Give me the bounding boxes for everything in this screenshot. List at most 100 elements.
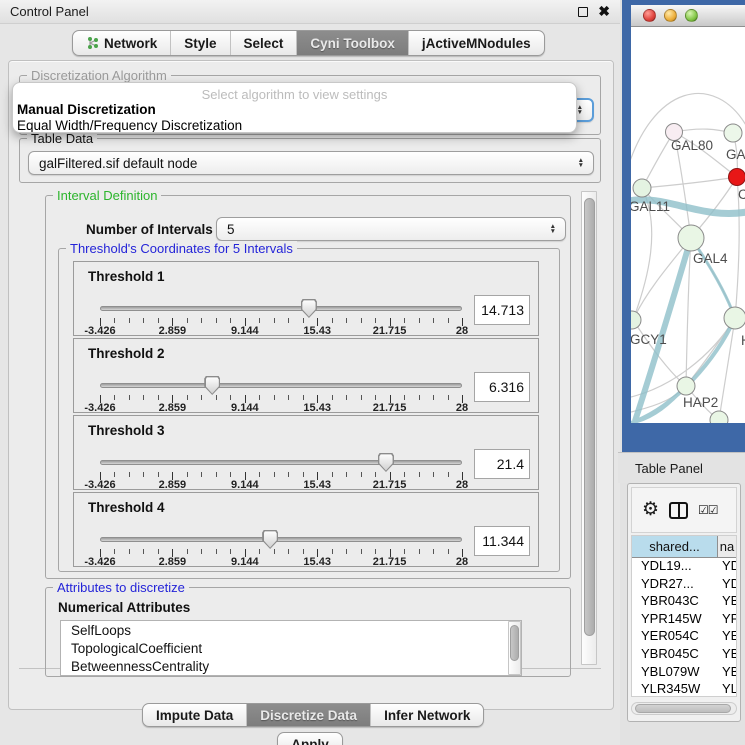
- cell-name[interactable]: YLR3: [718, 681, 736, 697]
- network-graph-icon: [86, 36, 99, 50]
- top-tab-bar: NetworkStyleSelect Cyni Toolbox jActiveMNo…: [72, 30, 545, 56]
- cell-shared-name[interactable]: YDL19...: [632, 558, 718, 576]
- network-node-hap2[interactable]: [677, 377, 695, 395]
- threshold-slider[interactable]: [100, 528, 462, 550]
- cell-shared-name[interactable]: YDR27...: [632, 576, 718, 594]
- cell-name[interactable]: YER0: [718, 628, 736, 646]
- cell-name[interactable]: YPR1: [718, 611, 736, 629]
- cell-shared-name[interactable]: YPR145W: [632, 611, 718, 629]
- cell-name[interactable]: YBR0: [718, 593, 736, 611]
- network-node-gal11[interactable]: [633, 179, 651, 197]
- app-root: Control Panel ✖ NetworkStyleSelect Cyni T…: [0, 0, 745, 745]
- threshold-value-field[interactable]: 14.713: [474, 295, 530, 325]
- float-window-icon[interactable]: [578, 7, 588, 17]
- column-header-name[interactable]: na: [718, 536, 736, 557]
- split-columns-icon[interactable]: [669, 502, 688, 519]
- cell-name[interactable]: YBL0: [718, 664, 736, 682]
- cell-shared-name[interactable]: YBR045C: [632, 646, 718, 664]
- threshold-value-field[interactable]: 21.4: [474, 449, 530, 479]
- settings-scrollbar[interactable]: [581, 191, 597, 665]
- table-row[interactable]: YER054CYER0: [632, 628, 736, 646]
- threshold-4-panel: Threshold 4-3.4262.8599.14415.4321.71528…: [73, 492, 539, 567]
- attribute-item-selfloops[interactable]: SelfLoops: [61, 621, 521, 639]
- tab-select[interactable]: Select: [231, 31, 298, 55]
- number-of-intervals-label: Number of Intervals: [86, 222, 213, 237]
- threshold-label: Threshold 2: [88, 346, 165, 361]
- network-node-ga[interactable]: [724, 124, 742, 142]
- settings-scroll-thumb[interactable]: [584, 198, 595, 636]
- attribute-list-scroll-thumb[interactable]: [510, 625, 519, 661]
- table-scroll-thumb[interactable]: [635, 704, 731, 713]
- node-label: HAP2: [683, 395, 718, 410]
- gear-icon[interactable]: ⚙: [642, 501, 659, 519]
- network-canvas[interactable]: GAL80GACGAL11GAL4GCY1HHAP2: [631, 27, 745, 423]
- threshold-slider[interactable]: [100, 374, 462, 396]
- cell-name[interactable]: YBR0: [718, 646, 736, 664]
- node-label: GAL80: [671, 138, 713, 153]
- slider-track[interactable]: [100, 383, 462, 388]
- tab-jactivemnodules[interactable]: jActiveMNodules: [409, 31, 544, 55]
- tab-label: Cyni Toolbox: [310, 36, 395, 51]
- network-node-c[interactable]: [729, 169, 745, 186]
- cell-name[interactable]: YDR2: [718, 576, 736, 594]
- slider-thumb[interactable]: [301, 299, 317, 318]
- node-table[interactable]: shared... na YDL19...YDL1YDR27...YDR2YBR…: [631, 535, 737, 697]
- network-node-gal4[interactable]: [678, 225, 704, 251]
- cell-shared-name[interactable]: YBL079W: [632, 664, 718, 682]
- tab-network[interactable]: Network: [73, 31, 171, 55]
- table-row[interactable]: YBR043CYBR0: [632, 593, 736, 611]
- threshold-slider[interactable]: [100, 451, 462, 473]
- cell-shared-name[interactable]: YER054C: [632, 628, 718, 646]
- network-node[interactable]: [710, 411, 728, 423]
- cell-shared-name[interactable]: YBR043C: [632, 593, 718, 611]
- table-row[interactable]: YBR045CYBR0: [632, 646, 736, 664]
- cell-shared-name[interactable]: YLR345W: [632, 681, 718, 697]
- numerical-attributes-list[interactable]: SelfLoopsTopologicalCoefficientBetweenne…: [60, 620, 522, 676]
- node-label: GA: [726, 147, 745, 162]
- cell-name[interactable]: YDL1: [718, 558, 736, 576]
- table-row[interactable]: YPR145WYPR1: [632, 611, 736, 629]
- close-icon[interactable]: ✖: [598, 3, 610, 20]
- apply-button[interactable]: Apply: [277, 732, 343, 745]
- slider-thumb[interactable]: [262, 530, 278, 549]
- close-traffic-light-icon[interactable]: [643, 9, 656, 22]
- slider-thumb[interactable]: [378, 453, 394, 472]
- threshold-1-panel: Threshold 1-3.4262.8599.14415.4321.71528…: [73, 261, 539, 336]
- slider-track[interactable]: [100, 537, 462, 542]
- table-row[interactable]: YLR345WYLR3: [632, 681, 736, 697]
- table-data-title: Table Data: [27, 131, 97, 146]
- algorithm-option-equal-width-frequency-discretization[interactable]: Equal Width/Frequency Discretization: [13, 118, 576, 134]
- table-row[interactable]: YDR27...YDR2: [632, 576, 736, 594]
- attribute-item-betweennesscentrality[interactable]: BetweennessCentrality: [61, 657, 521, 675]
- table-horizontal-scrollbar[interactable]: [631, 702, 737, 715]
- tab-discretize-data[interactable]: Discretize Data: [247, 704, 371, 726]
- combo-arrows-icon: ▲▼: [577, 105, 592, 115]
- control-panel-title: Control Panel: [10, 4, 89, 19]
- attribute-item-topologicalcoefficient[interactable]: TopologicalCoefficient: [61, 639, 521, 657]
- minimize-traffic-light-icon[interactable]: [664, 9, 677, 22]
- table-row[interactable]: YDL19...YDL1: [632, 558, 736, 576]
- table-data-combobox[interactable]: galFiltered.sif default node ▲▼: [28, 151, 594, 175]
- network-node-gcy1[interactable]: [631, 311, 641, 329]
- zoom-traffic-light-icon[interactable]: [685, 9, 698, 22]
- checkboxes-icon[interactable]: ☑☑: [698, 503, 718, 517]
- table-row[interactable]: YBL079WYBL0: [632, 664, 736, 682]
- algorithm-option-manual-discretization[interactable]: Manual Discretization: [13, 102, 576, 118]
- node-label: GCY1: [631, 332, 667, 347]
- number-of-intervals-combobox[interactable]: 5 ▲▼: [216, 217, 566, 241]
- column-header-shared-name[interactable]: shared...: [632, 536, 718, 557]
- network-graph: GAL80GACGAL11GAL4GCY1HHAP2: [631, 27, 745, 423]
- slider-track[interactable]: [100, 460, 462, 465]
- threshold-value-field[interactable]: 11.344: [474, 526, 530, 556]
- slider-track[interactable]: [100, 306, 462, 311]
- threshold-value-field[interactable]: 6.316: [474, 372, 530, 402]
- attribute-list-scrollbar[interactable]: [508, 621, 521, 675]
- threshold-slider[interactable]: [100, 297, 462, 319]
- slider-thumb[interactable]: [204, 376, 220, 395]
- tab-impute-data[interactable]: Impute Data: [143, 704, 247, 726]
- tab-cyni-toolbox[interactable]: Cyni Toolbox: [297, 31, 409, 55]
- table-data-value: galFiltered.sif default node: [29, 156, 578, 171]
- tab-infer-network[interactable]: Infer Network: [371, 704, 483, 726]
- network-node-h[interactable]: [724, 307, 745, 329]
- tab-style[interactable]: Style: [171, 31, 230, 55]
